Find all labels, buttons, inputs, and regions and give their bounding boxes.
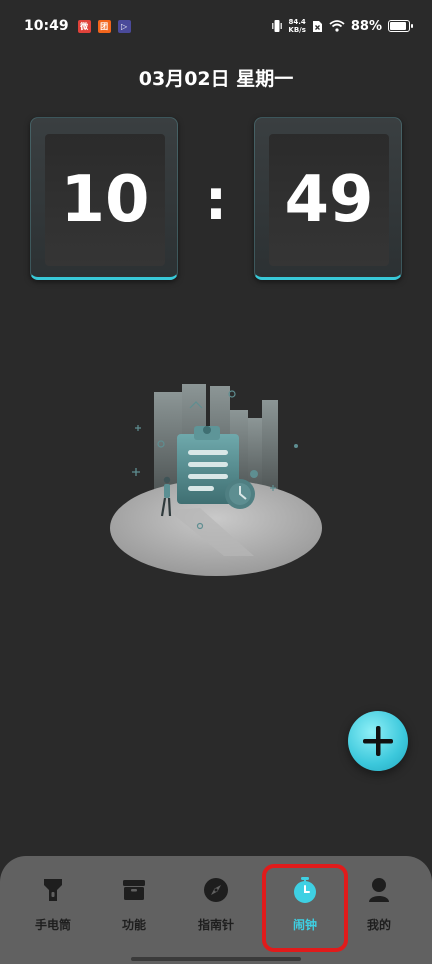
status-time: 10:49 — [24, 18, 69, 34]
nav-label-profile: 我的 — [366, 918, 391, 932]
plus-icon — [363, 726, 393, 756]
add-alarm-button[interactable] — [348, 711, 408, 771]
user-icon — [369, 878, 389, 902]
active-tab-highlight — [262, 864, 348, 952]
nav-label-functions: 功能 — [121, 918, 146, 932]
bottom-nav: 手电筒 功能 指南针 闹钟 我的 — [0, 856, 432, 964]
clock-hours: 10 — [45, 134, 165, 266]
wifi-icon — [329, 20, 345, 32]
battery-percent: 88% — [350, 18, 382, 34]
battery-level — [390, 22, 406, 30]
status-right: 84.4 KB/s 88% — [272, 18, 413, 34]
clock-minutes-card: 49 — [254, 117, 402, 280]
nav-item-profile[interactable]: 我的 — [336, 856, 422, 964]
network-speed: 84.4 KB/s — [288, 18, 305, 34]
app-notification-icon: ▷ — [117, 19, 131, 33]
app-notification-icon: 微 — [77, 19, 91, 33]
nav-item-functions[interactable]: 功能 — [91, 856, 177, 964]
network-speed-value: 84.4 — [288, 18, 306, 26]
status-bar: 10:49 微 团 ▷ 84.4 KB/s 88% — [0, 0, 432, 52]
nav-label-compass: 指南针 — [197, 918, 234, 932]
network-speed-unit: KB/s — [288, 26, 306, 34]
empty-alarm-illustration — [110, 384, 322, 576]
nav-item-compass[interactable]: 指南针 — [173, 856, 259, 964]
flashlight-icon — [44, 879, 62, 901]
home-indicator[interactable] — [131, 957, 301, 961]
battery-icon — [388, 20, 413, 32]
vibrate-icon — [272, 20, 283, 32]
clock-separator: : — [204, 168, 228, 233]
compass-icon — [204, 878, 228, 902]
date-title: 03月02日 星期一 — [138, 68, 294, 90]
nav-item-flashlight[interactable]: 手电筒 — [10, 856, 96, 964]
toolbox-icon — [123, 880, 145, 900]
no-sim-icon — [312, 20, 322, 32]
clock-hours-card: 10 — [30, 117, 178, 280]
status-left: 10:49 微 团 ▷ — [24, 18, 131, 34]
clock-minutes: 49 — [269, 134, 389, 266]
nav-label-flashlight: 手电筒 — [34, 918, 71, 932]
app-notification-icon: 团 — [97, 19, 111, 33]
